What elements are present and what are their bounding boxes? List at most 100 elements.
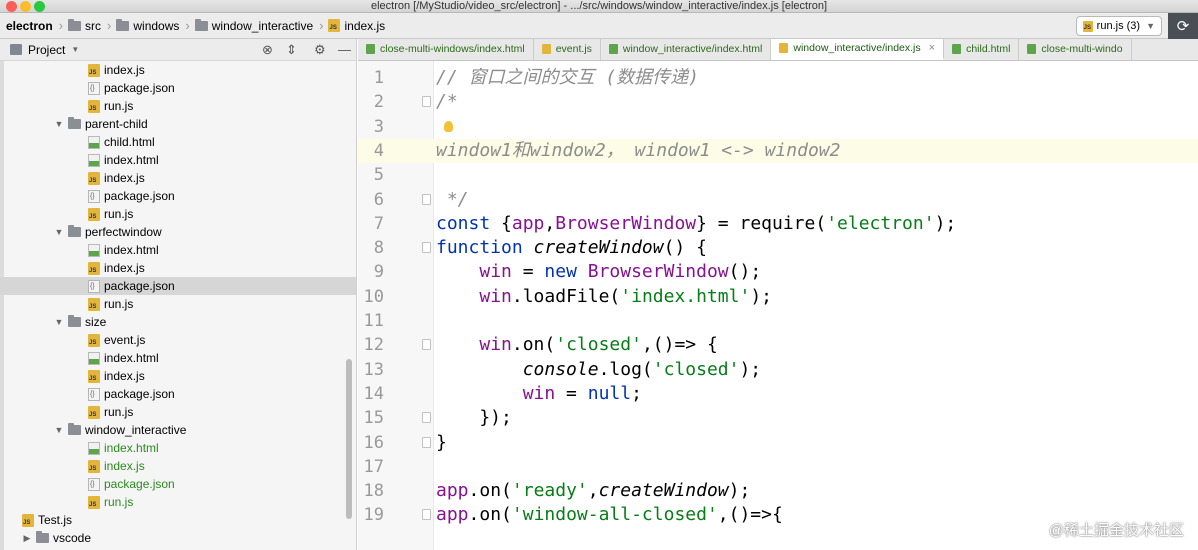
line-number: 4 <box>373 140 384 161</box>
editor-tab[interactable]: child.html <box>944 39 1020 60</box>
editor-tab[interactable]: window_interactive/index.html <box>601 39 772 60</box>
editor-tab[interactable]: window_interactive/index.js × <box>771 39 945 60</box>
tree-item[interactable]: index.html <box>0 349 356 367</box>
tree-item[interactable]: run.js <box>0 403 356 421</box>
close-window-dot[interactable] <box>6 1 17 12</box>
hide-panel-icon[interactable]: — <box>338 42 351 57</box>
tree-item[interactable]: index.js <box>0 169 356 187</box>
tree-item-label: run.js <box>104 99 134 113</box>
scroll-from-source-icon[interactable]: ⊗ <box>262 42 273 58</box>
code-line[interactable]: 8 function createWindow() { <box>358 236 1198 260</box>
tree-item-label: index.js <box>104 459 145 473</box>
line-number: 6 <box>373 189 384 210</box>
tree-item[interactable]: ▶ vscode <box>0 529 356 547</box>
gear-icon[interactable]: ⚙ <box>314 42 326 58</box>
tree-item[interactable]: package.json <box>0 187 356 205</box>
code-line[interactable]: 4 window1和window2， window1 <-> window2 <box>358 138 1198 163</box>
tree-item[interactable]: package.json <box>0 79 356 97</box>
tree-item[interactable]: run.js <box>0 205 356 223</box>
tree-item[interactable]: ▼ size <box>0 313 356 331</box>
tree-item[interactable]: package.json <box>0 475 356 493</box>
tree-item[interactable]: ▼ window_interactive <box>0 421 356 439</box>
code-line[interactable]: 7 const {app,BrowserWindow} = require('el… <box>358 212 1198 236</box>
tree-item-label: index.js <box>104 171 145 185</box>
chevron-right-icon: › <box>185 18 190 33</box>
project-panel-title[interactable]: Project <box>28 43 65 57</box>
code-line[interactable]: 15 }); <box>358 406 1198 430</box>
fold-marker-icon[interactable] <box>422 96 431 108</box>
breadcrumb-project[interactable]: electron <box>6 19 53 33</box>
tree-item[interactable]: index.js <box>0 367 356 385</box>
tree-item[interactable]: ▼ parent-child <box>0 115 356 133</box>
code-line[interactable]: 13 console.log('closed'); <box>358 358 1198 382</box>
code-line[interactable]: 10 win.loadFile('index.html'); <box>358 285 1198 309</box>
code-line[interactable]: 16} <box>358 431 1198 455</box>
tree-item[interactable]: index.js <box>0 457 356 475</box>
close-tab-icon[interactable]: × <box>929 42 935 54</box>
zoom-window-dot[interactable] <box>34 1 45 12</box>
tree-item[interactable]: index.html <box>0 439 356 457</box>
expand-arrow-icon[interactable]: ▼ <box>54 227 64 237</box>
tree-item[interactable]: run.js <box>0 493 356 511</box>
code-line[interactable]: 1 // 窗口之间的交互 (数据传递) <box>358 66 1198 90</box>
editor-tab[interactable]: close-multi-windows/index.html <box>358 39 534 60</box>
tree-item[interactable]: index.js <box>0 259 356 277</box>
fold-marker-icon[interactable] <box>422 412 431 424</box>
tree-item[interactable]: package.json <box>0 277 356 295</box>
line-number: 9 <box>373 262 384 283</box>
expand-arrow-icon[interactable]: ▼ <box>54 425 64 435</box>
expand-arrow-icon[interactable]: ▼ <box>54 317 64 327</box>
expand-arrow-icon[interactable]: ▼ <box>54 119 64 129</box>
lightbulb-icon[interactable] <box>444 120 453 132</box>
breadcrumb-file[interactable]: index.js <box>344 19 385 33</box>
collapse-all-icon[interactable]: ⇕ <box>286 42 297 58</box>
code-editor[interactable]: 1 // 窗口之间的交互 (数据传递) 2 /* 3 4 window1和window2， … <box>358 61 1198 550</box>
fold-marker-icon[interactable] <box>422 193 431 205</box>
editor-tab[interactable]: close-multi-windo <box>1019 39 1132 60</box>
project-tree: index.js package.json run.js ▼ parent-child c… <box>0 61 356 547</box>
line-number: 2 <box>373 92 384 113</box>
minimize-window-dot[interactable] <box>20 1 31 12</box>
line-number: 15 <box>363 408 384 429</box>
code-line[interactable]: 6 */ <box>358 188 1198 212</box>
js-file-icon <box>88 207 100 221</box>
js-file-icon <box>779 43 789 53</box>
fold-marker-icon[interactable] <box>422 436 431 448</box>
tree-item[interactable]: index.html <box>0 241 356 259</box>
code-line[interactable]: 18 app.on('ready',createWindow); <box>358 479 1198 503</box>
run-configuration-select[interactable]: run.js (3) ▼ <box>1075 16 1162 36</box>
refresh-icon: ⟳ <box>1176 18 1190 35</box>
code-line[interactable]: 17 <box>358 455 1198 479</box>
tree-item[interactable]: package.json <box>0 385 356 403</box>
run-button[interactable]: ⟳ <box>1168 13 1198 39</box>
breadcrumb-src[interactable]: src <box>85 19 101 33</box>
code-line[interactable]: 12 win.on('closed',()=> { <box>358 333 1198 357</box>
fold-marker-icon[interactable] <box>422 509 431 521</box>
chevron-down-icon[interactable]: ▼ <box>71 45 79 54</box>
editor-tab[interactable]: event.js <box>534 39 601 60</box>
tree-item[interactable]: run.js <box>0 295 356 313</box>
tree-item[interactable]: Test.js <box>0 511 356 529</box>
code-text: app.on('window-all-closed',()=>{ <box>436 504 783 526</box>
tree-item[interactable]: index.html <box>0 151 356 169</box>
tree-item[interactable]: event.js <box>0 331 356 349</box>
code-line[interactable]: 14 win = null; <box>358 382 1198 406</box>
breadcrumb-window-interactive[interactable]: window_interactive <box>212 19 313 33</box>
tree-item[interactable]: run.js <box>0 97 356 115</box>
code-line[interactable]: 11 <box>358 309 1198 333</box>
fold-marker-icon[interactable] <box>422 242 431 254</box>
tree-item[interactable]: ▼ perfectwindow <box>0 223 356 241</box>
html-file-icon <box>88 135 100 149</box>
code-line[interactable]: 3 <box>358 115 1198 139</box>
collapse-arrow-icon[interactable]: ▶ <box>22 533 32 544</box>
breadcrumb-windows[interactable]: windows <box>133 19 179 33</box>
code-line[interactable]: 5 <box>358 163 1198 187</box>
code-line[interactable]: 2 /* <box>358 90 1198 114</box>
tree-item[interactable]: child.html <box>0 133 356 151</box>
tree-item[interactable]: index.js <box>0 61 356 79</box>
code-line[interactable]: 9 win = new BrowserWindow(); <box>358 260 1198 284</box>
tree-scrollbar[interactable] <box>346 359 352 519</box>
folder-icon <box>68 315 81 327</box>
line-number: 12 <box>363 335 384 356</box>
fold-marker-icon[interactable] <box>422 339 431 351</box>
